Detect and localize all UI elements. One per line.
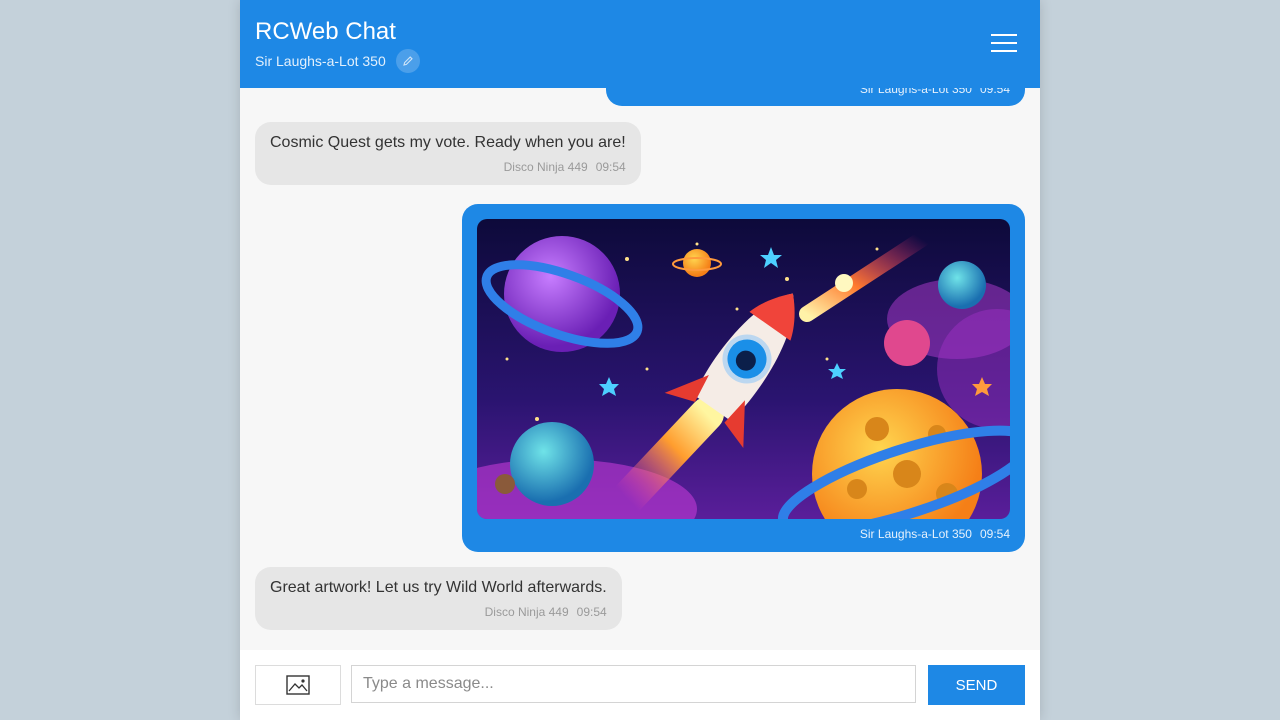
chat-header: RCWeb Chat Sir Laughs-a-Lot 350	[240, 0, 1040, 88]
message-bubble-received: Cosmic Quest gets my vote. Ready when yo…	[255, 122, 641, 185]
message-meta: Sir Laughs-a-Lot 350 09:54	[860, 88, 1010, 96]
hamburger-menu-icon	[991, 34, 1017, 36]
message-author: Sir Laughs-a-Lot 350	[859, 88, 972, 96]
username-label: Sir Laughs-a-Lot 350	[255, 53, 386, 69]
message-input[interactable]	[351, 665, 916, 703]
message-text: Cosmic Quest gets my vote. Ready when yo…	[270, 134, 626, 151]
current-user: Sir Laughs-a-Lot 350	[255, 48, 420, 74]
message-author: Sir Laughs-a-Lot 350	[859, 527, 972, 541]
chat-app: RCWeb Chat Sir Laughs-a-Lot 350 Sir Laug…	[240, 0, 1040, 720]
send-button[interactable]: SEND	[928, 665, 1025, 705]
message-meta: Disco Ninja 449 09:54	[270, 160, 626, 174]
message-meta: Sir Laughs-a-Lot 350 09:54	[860, 527, 1010, 541]
pencil-icon	[403, 56, 413, 66]
message-text: Great artwork! Let us try Wild World aft…	[270, 579, 607, 596]
app-title: RCWeb Chat	[255, 18, 396, 45]
edit-username-button[interactable]	[395, 49, 420, 73]
shared-image[interactable]	[477, 219, 1010, 519]
message-time: 09:54	[595, 160, 626, 174]
message-time: 09:54	[979, 527, 1010, 541]
message-meta: Disco Ninja 449 09:54	[270, 605, 607, 619]
menu-button[interactable]	[991, 33, 1017, 53]
message-author: Disco Ninja 449	[484, 605, 569, 619]
message-bubble-sent-image: Sir Laughs-a-Lot 350 09:54	[462, 204, 1025, 552]
message-bubble-sent: Sir Laughs-a-Lot 350 09:54	[606, 88, 1025, 106]
message-author: Disco Ninja 449	[503, 160, 588, 174]
attach-image-button[interactable]	[255, 665, 341, 705]
message-time: 09:54	[576, 605, 607, 619]
image-upload-icon	[286, 675, 310, 695]
message-bubble-received: Great artwork! Let us try Wild World aft…	[255, 567, 622, 630]
space-rocket-illustration	[477, 219, 1010, 519]
message-list[interactable]: Sir Laughs-a-Lot 350 09:54 Cosmic Quest g…	[240, 88, 1040, 650]
message-time: 09:54	[979, 88, 1010, 96]
message-composer: SEND	[240, 650, 1040, 720]
